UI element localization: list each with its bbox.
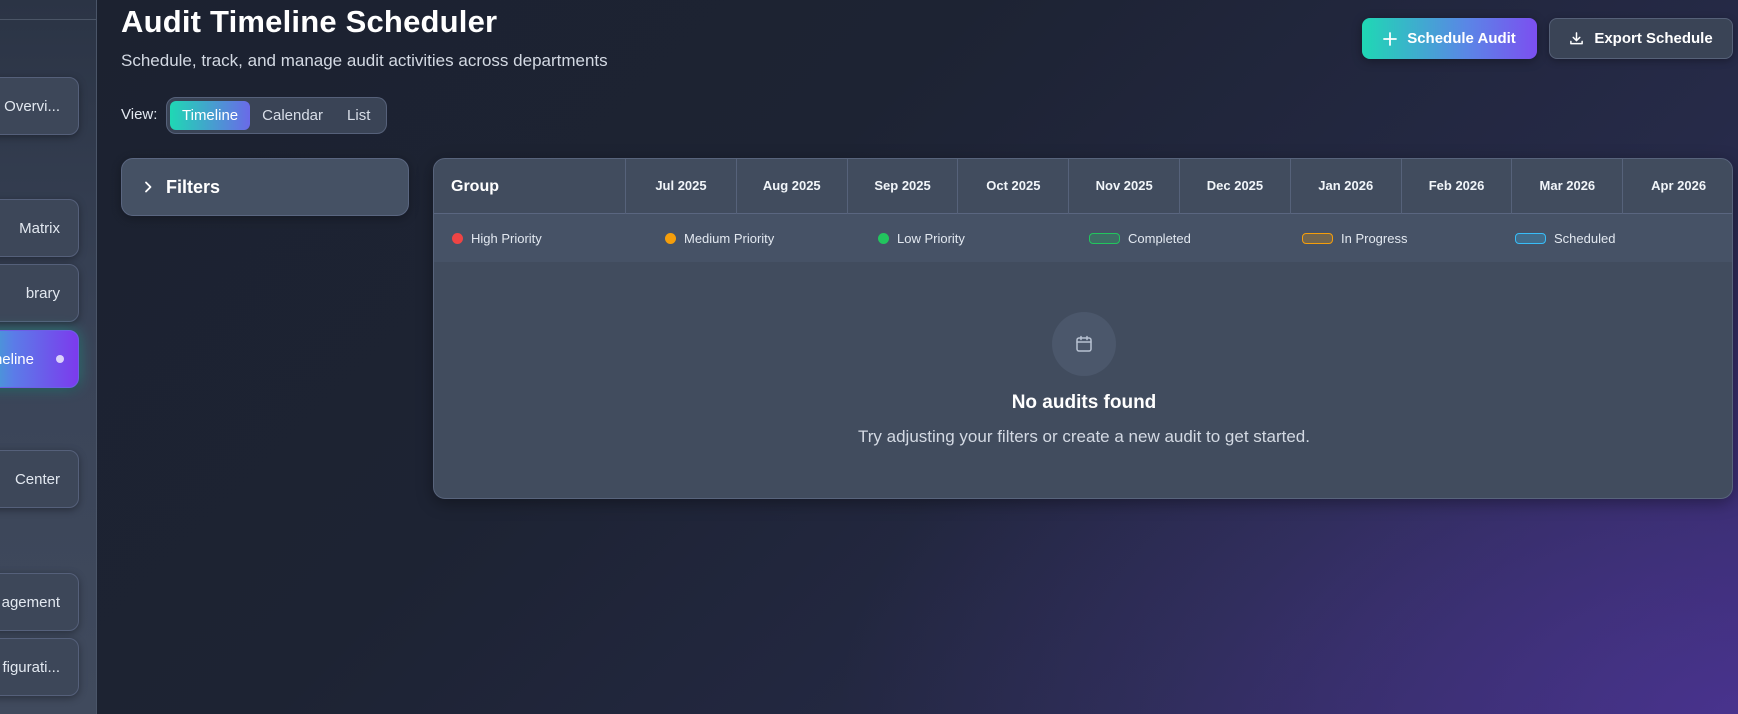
legend-label: Low Priority: [897, 230, 965, 246]
month-header: Sep 2025: [848, 159, 959, 214]
chevron-right-icon: [142, 180, 154, 194]
sidebar-item-label: figurati...: [2, 658, 60, 676]
download-icon: [1569, 31, 1584, 46]
legend-label: Medium Priority: [684, 230, 775, 246]
sidebar-item-label: neline: [0, 350, 34, 368]
sidebar-item-timeline[interactable]: neline: [0, 330, 79, 388]
sidebar-item-label: Center: [14, 470, 60, 488]
timeline-header: Group Jul 2025 Aug 2025 Sep 2025 Oct 202…: [434, 159, 1732, 214]
group-column-header: Group: [434, 159, 627, 214]
month-header: Mar 2026: [1512, 159, 1624, 214]
legend-item: Scheduled: [1515, 214, 1615, 262]
sidebar-item-label: agement: [1, 593, 60, 611]
sidebar-item-label: Matrix: [19, 219, 60, 237]
page-title: Audit Timeline Scheduler: [121, 4, 498, 39]
schedule-audit-label: Schedule Audit: [1407, 30, 1516, 47]
legend-item: High Priority: [452, 214, 542, 262]
completed-swatch: [1089, 232, 1120, 244]
active-indicator-dot: [56, 355, 64, 363]
sidebar-item-label: Overvi...: [4, 97, 60, 115]
export-schedule-label: Export Schedule: [1594, 30, 1713, 47]
sidebar-divider: [0, 19, 96, 20]
sidebar-item-matrix[interactable]: Matrix: [0, 199, 79, 257]
view-option-list[interactable]: List: [335, 101, 382, 130]
legend-item: In Progress: [1302, 214, 1407, 262]
timeline-panel: Group Jul 2025 Aug 2025 Sep 2025 Oct 202…: [433, 158, 1733, 499]
sidebar-item-library[interactable]: brary: [0, 264, 79, 322]
legend-item: Low Priority: [878, 214, 965, 262]
page-subtitle: Schedule, track, and manage audit activi…: [121, 51, 608, 70]
view-option-calendar[interactable]: Calendar: [250, 101, 335, 130]
sidebar-item-overview[interactable]: Overvi...: [0, 77, 79, 135]
sidebar: Overvi... Matrix brary neline Center age…: [0, 0, 97, 714]
month-header: Dec 2025: [1180, 159, 1291, 214]
month-header: Oct 2025: [958, 159, 1070, 214]
timeline-legend: High Priority Medium Priority Low Priori…: [434, 214, 1732, 262]
view-label: View:: [121, 106, 158, 123]
legend-label: Completed: [1128, 230, 1191, 246]
calendar-icon: [1052, 312, 1116, 376]
high-priority-dot: [452, 232, 463, 244]
legend-item: Medium Priority: [665, 214, 774, 262]
view-switcher: Timeline Calendar List: [166, 97, 387, 134]
schedule-audit-button[interactable]: Schedule Audit: [1362, 18, 1537, 59]
low-priority-dot: [878, 232, 889, 244]
filters-label: Filters: [166, 176, 221, 197]
empty-state-text: Try adjusting your filters or create a n…: [858, 427, 1310, 446]
legend-item: Completed: [1089, 214, 1191, 262]
filters-toggle[interactable]: Filters: [121, 158, 409, 216]
month-header: Jan 2026: [1291, 159, 1402, 214]
plus-icon: [1383, 31, 1398, 46]
month-header: Aug 2025: [737, 159, 848, 214]
month-header: Jul 2025: [626, 159, 737, 214]
sidebar-item-label: brary: [25, 284, 60, 302]
legend-label: In Progress: [1341, 230, 1408, 246]
view-option-timeline[interactable]: Timeline: [170, 101, 251, 130]
month-header: Nov 2025: [1069, 159, 1181, 214]
sidebar-item-management[interactable]: agement: [0, 573, 79, 631]
sidebar-item-configuration[interactable]: figurati...: [0, 638, 79, 696]
scheduled-swatch: [1515, 232, 1546, 244]
in-progress-swatch: [1302, 232, 1333, 244]
legend-label: High Priority: [471, 230, 542, 246]
empty-state-title: No audits found: [1011, 392, 1157, 413]
month-header: Feb 2026: [1402, 159, 1513, 214]
month-header: Apr 2026: [1651, 177, 1707, 193]
sidebar-item-center[interactable]: Center: [0, 450, 79, 508]
legend-label: Scheduled: [1554, 230, 1616, 246]
export-schedule-button[interactable]: Export Schedule: [1549, 18, 1733, 59]
medium-priority-dot: [665, 232, 676, 244]
